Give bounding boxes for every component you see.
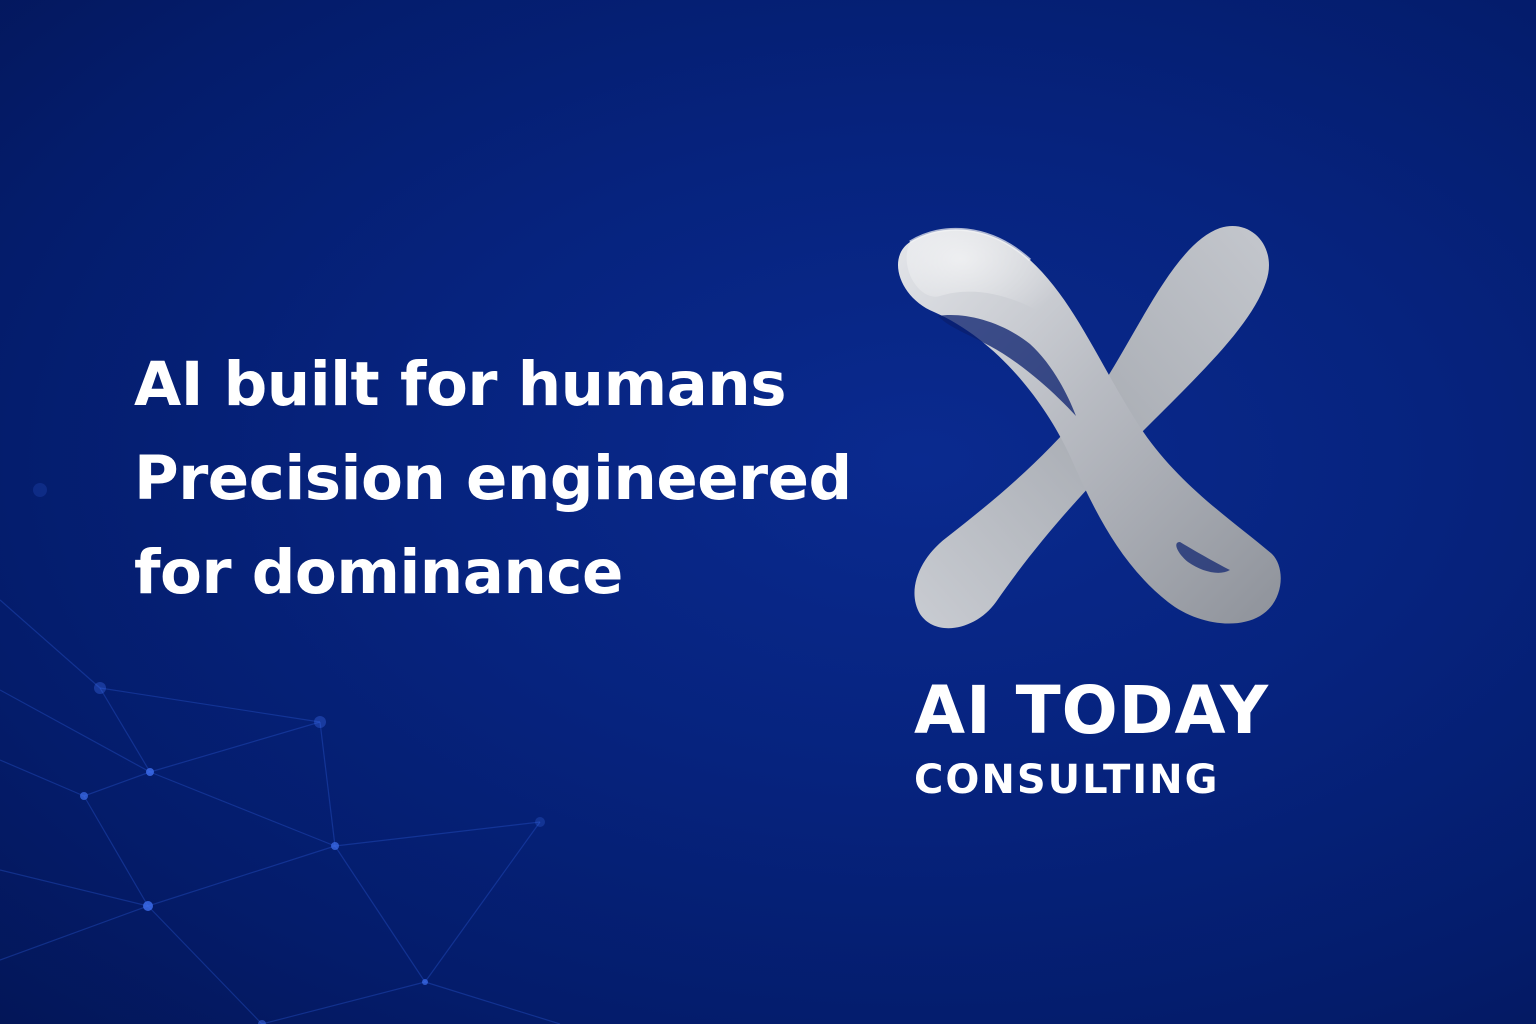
hero-tagline: AI built for humans Precision engineered… [134, 338, 894, 620]
silver-x-icon [897, 226, 1281, 629]
brand-name: AI TODAY [914, 672, 1270, 749]
tagline-line-1: AI built for humans [134, 349, 787, 420]
tagline-line-2: Precision engineered [134, 443, 852, 514]
brand-block: AI TODAY CONSULTING [914, 674, 1294, 806]
tagline-line-3: for dominance [134, 537, 623, 608]
brand-subtitle: CONSULTING [914, 757, 1220, 803]
